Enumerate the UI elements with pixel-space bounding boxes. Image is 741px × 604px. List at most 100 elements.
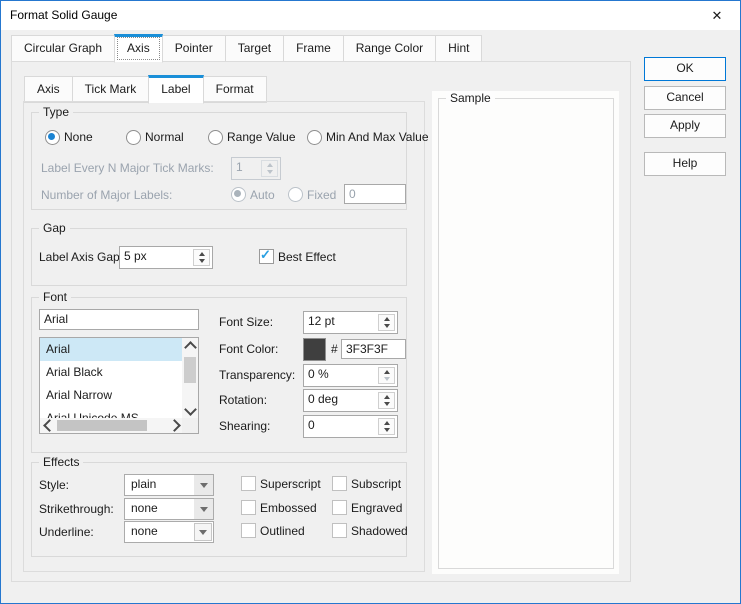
style-value: plain bbox=[125, 475, 194, 495]
tab-pointer[interactable]: Pointer bbox=[162, 35, 226, 62]
transparency-spinner[interactable]: 0 % bbox=[303, 364, 398, 387]
horizontal-scrollbar[interactable] bbox=[40, 418, 182, 433]
spin-down-icon[interactable] bbox=[262, 169, 277, 177]
radio-min-max-value[interactable] bbox=[307, 130, 322, 145]
strikethrough-dropdown[interactable]: none bbox=[124, 498, 214, 520]
fixed-count-input[interactable]: 0 bbox=[344, 184, 406, 204]
label-axis-gap-spinner[interactable]: 5 px bbox=[119, 246, 213, 269]
spin-down-icon[interactable] bbox=[379, 401, 394, 409]
spin-up-icon[interactable] bbox=[379, 393, 394, 401]
radio-auto[interactable] bbox=[231, 187, 246, 202]
ok-button[interactable]: OK bbox=[644, 57, 726, 81]
horizontal-scroll-thumb[interactable] bbox=[57, 420, 147, 431]
tab-target[interactable]: Target bbox=[225, 35, 284, 62]
tab-hint[interactable]: Hint bbox=[435, 35, 482, 62]
superscript-checkbox[interactable] bbox=[241, 476, 256, 491]
cancel-button[interactable]: Cancel bbox=[644, 86, 726, 110]
radio-none[interactable] bbox=[45, 130, 60, 145]
subscript-label: Subscript bbox=[351, 477, 401, 491]
scroll-up-icon[interactable] bbox=[182, 338, 198, 354]
vertical-scrollbar[interactable] bbox=[182, 338, 198, 418]
number-of-major-label: Number of Major Labels: bbox=[41, 188, 172, 202]
subscript-checkbox[interactable] bbox=[332, 476, 347, 491]
font-color-hex-input[interactable]: 3F3F3F bbox=[341, 339, 406, 359]
help-button[interactable]: Help bbox=[644, 152, 726, 176]
type-group-title: Type bbox=[39, 105, 73, 119]
chevron-down-icon bbox=[194, 523, 212, 541]
best-effect-checkbox[interactable] bbox=[259, 249, 274, 264]
underline-dropdown[interactable]: none bbox=[124, 521, 214, 543]
tab-tick-mark[interactable]: Tick Mark bbox=[72, 76, 150, 103]
embossed-checkbox[interactable] bbox=[241, 500, 256, 515]
rotation-label: Rotation: bbox=[219, 393, 267, 407]
scroll-down-icon[interactable] bbox=[182, 402, 198, 418]
tab-axis[interactable]: Axis bbox=[114, 34, 163, 63]
font-list-item[interactable]: Arial Black bbox=[40, 361, 182, 384]
label-every-n-spinner[interactable]: 1 bbox=[231, 157, 281, 180]
font-list-item[interactable]: Arial Narrow bbox=[40, 384, 182, 407]
spin-down-icon[interactable] bbox=[379, 323, 394, 331]
style-dropdown[interactable]: plain bbox=[124, 474, 214, 496]
rotation-value: 0 deg bbox=[304, 390, 376, 411]
engraved-checkbox[interactable] bbox=[332, 500, 347, 515]
spin-up-icon[interactable] bbox=[262, 161, 277, 169]
radio-none-label: None bbox=[64, 130, 93, 144]
tab-frame[interactable]: Frame bbox=[283, 35, 344, 62]
hex-hash-label: # bbox=[331, 342, 338, 356]
font-color-label: Font Color: bbox=[219, 342, 278, 356]
tab-circular-graph[interactable]: Circular Graph bbox=[11, 35, 115, 62]
spin-up-icon[interactable] bbox=[379, 368, 394, 376]
font-name-input[interactable]: Arial bbox=[39, 309, 199, 330]
format-solid-gauge-dialog: Format Solid Gauge ✕ Circular Graph Axis… bbox=[0, 0, 741, 604]
radio-auto-label: Auto bbox=[250, 188, 275, 202]
window-title: Format Solid Gauge bbox=[10, 8, 117, 22]
close-button[interactable]: ✕ bbox=[703, 5, 731, 26]
sample-group-title: Sample bbox=[446, 91, 495, 105]
radio-min-max-value-label: Min And Max Value bbox=[326, 130, 429, 144]
tab-range-color[interactable]: Range Color bbox=[343, 35, 436, 62]
scroll-right-icon[interactable] bbox=[167, 418, 182, 433]
engraved-label: Engraved bbox=[351, 501, 402, 515]
tab-format[interactable]: Format bbox=[203, 76, 267, 103]
superscript-label: Superscript bbox=[260, 477, 321, 491]
close-icon: ✕ bbox=[712, 8, 723, 23]
spin-down-icon[interactable] bbox=[194, 258, 209, 266]
radio-range-value[interactable] bbox=[208, 130, 223, 145]
tab-label[interactable]: Label bbox=[148, 75, 203, 104]
tab-axis-inner[interactable]: Axis bbox=[24, 76, 73, 103]
spin-down-icon[interactable] bbox=[379, 376, 394, 384]
font-list-item[interactable]: Arial Unicode MS bbox=[40, 407, 182, 418]
font-size-label: Font Size: bbox=[219, 315, 273, 329]
font-size-spinner[interactable]: 12 pt bbox=[303, 311, 398, 334]
label-every-n-value: 1 bbox=[232, 158, 259, 179]
shearing-spinner[interactable]: 0 bbox=[303, 415, 398, 438]
spin-up-icon[interactable] bbox=[194, 250, 209, 258]
shadowed-checkbox[interactable] bbox=[332, 523, 347, 538]
radio-fixed-label: Fixed bbox=[307, 188, 336, 202]
radio-fixed[interactable] bbox=[288, 187, 303, 202]
outlined-checkbox[interactable] bbox=[241, 523, 256, 538]
style-label: Style: bbox=[39, 478, 69, 492]
font-color-swatch[interactable] bbox=[303, 338, 326, 361]
inner-tab-strip: Axis Tick Mark Label Format bbox=[24, 75, 266, 103]
spin-up-icon[interactable] bbox=[379, 315, 394, 323]
spin-up-icon[interactable] bbox=[379, 419, 394, 427]
scrollbar-corner bbox=[182, 418, 198, 433]
vertical-scroll-thumb[interactable] bbox=[184, 357, 196, 383]
apply-button[interactable]: Apply bbox=[644, 114, 726, 138]
spin-down-icon[interactable] bbox=[379, 427, 394, 435]
embossed-label: Embossed bbox=[260, 501, 317, 515]
scroll-left-icon[interactable] bbox=[40, 418, 55, 433]
strikethrough-label: Strikethrough: bbox=[39, 502, 114, 516]
transparency-value: 0 % bbox=[304, 365, 376, 386]
underline-value: none bbox=[125, 522, 193, 542]
rotation-spinner[interactable]: 0 deg bbox=[303, 389, 398, 412]
radio-normal-label: Normal bbox=[145, 130, 184, 144]
font-list-item[interactable]: Arial bbox=[40, 338, 182, 361]
outlined-label: Outlined bbox=[260, 524, 305, 538]
sample-group: Sample bbox=[438, 98, 614, 569]
radio-normal[interactable] bbox=[126, 130, 141, 145]
strikethrough-value: none bbox=[125, 499, 194, 519]
label-every-n-label: Label Every N Major Tick Marks: bbox=[41, 161, 214, 175]
shearing-value: 0 bbox=[304, 416, 376, 437]
